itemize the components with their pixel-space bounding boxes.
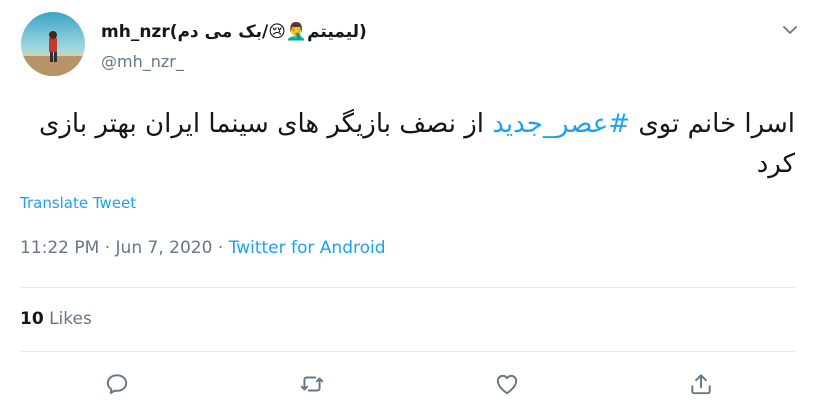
more-options-chevron-icon[interactable] <box>780 20 800 40</box>
likes-count-link[interactable]: 10 Likes <box>20 309 92 329</box>
tweet-metadata: 11:22 PM · Jun 7, 2020 · Twitter for And… <box>20 238 386 258</box>
retweet-button[interactable] <box>299 371 325 397</box>
reply-icon <box>106 374 128 394</box>
avatar[interactable] <box>21 12 85 76</box>
divider <box>20 351 796 352</box>
retweet-icon <box>300 376 324 392</box>
share-button[interactable] <box>688 371 714 397</box>
likes-count: 10 <box>20 309 44 329</box>
heart-icon <box>496 374 518 395</box>
reply-button[interactable] <box>104 371 130 397</box>
author-handle[interactable]: @mh_nzr_ <box>101 52 184 71</box>
translate-tweet-link[interactable]: Translate Tweet <box>20 194 136 212</box>
tweet-time[interactable]: 11:22 PM <box>20 238 99 258</box>
tweet-text-part: اسرا خانم توی <box>630 109 795 139</box>
author-display-name[interactable]: mh_nzr(لیمیتم🤦‍♂️😢/بک می دم) <box>101 22 367 42</box>
separator-dot: · <box>104 238 116 258</box>
tweet-text: اسرا خانم توی #عصر_جدید از نصف بازیگر ها… <box>20 104 795 184</box>
share-icon <box>691 374 711 395</box>
likes-label: Likes <box>49 309 92 329</box>
avatar-image <box>21 12 85 76</box>
divider <box>20 287 796 288</box>
like-button[interactable] <box>494 371 520 397</box>
separator-dot: · <box>217 238 229 258</box>
tweet-source-link[interactable]: Twitter for Android <box>229 238 386 258</box>
hashtag-link[interactable]: #عصر_جدید <box>492 109 630 139</box>
tweet-date[interactable]: Jun 7, 2020 <box>116 238 213 258</box>
